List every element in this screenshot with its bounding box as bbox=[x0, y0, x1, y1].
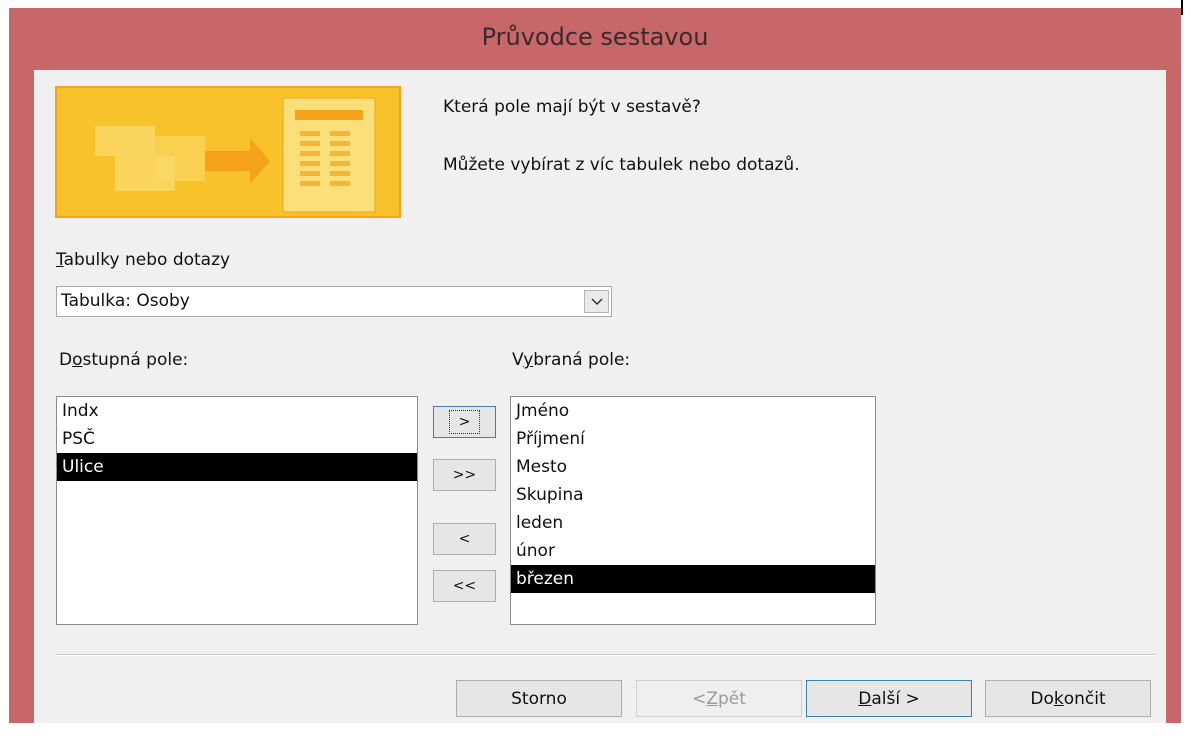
wizard-client-area: Která pole mají být v sestavě? Můžete vy… bbox=[34, 70, 1166, 723]
list-item[interactable]: Skupina bbox=[511, 481, 875, 509]
combobox-value: Tabulka: Osoby bbox=[61, 291, 190, 311]
remove-all-label: << bbox=[452, 578, 477, 594]
list-item[interactable]: Indx bbox=[57, 397, 417, 425]
list-item[interactable]: leden bbox=[511, 509, 875, 537]
screen-edge-mark bbox=[1181, 0, 1183, 15]
back-label-text: pět bbox=[717, 688, 746, 709]
list-item[interactable]: únor bbox=[511, 537, 875, 565]
selected-fields-label: Vybraná pole: bbox=[512, 350, 630, 370]
list-item[interactable]: PSČ bbox=[57, 425, 417, 453]
add-field-label: > bbox=[448, 410, 481, 434]
available-fields-list[interactable]: Indx PSČ Ulice bbox=[56, 396, 418, 625]
next-button[interactable]: Další > bbox=[806, 680, 972, 717]
tables-queries-combobox[interactable]: Tabulka: Osoby bbox=[56, 286, 612, 317]
back-button[interactable]: < Zpět bbox=[636, 680, 802, 717]
next-label-text: alší > bbox=[871, 688, 920, 709]
remove-all-fields-button[interactable]: << bbox=[433, 570, 496, 602]
selected-label-accel: y bbox=[523, 350, 534, 370]
footer-divider-highlight bbox=[56, 655, 1156, 656]
back-label-accel: Z bbox=[706, 688, 718, 709]
combobox-dropdown-button[interactable] bbox=[584, 290, 609, 313]
list-item[interactable]: Jméno bbox=[511, 397, 875, 425]
next-label-accel: D bbox=[858, 688, 872, 709]
cancel-label: Storno bbox=[511, 688, 567, 709]
add-all-label: >> bbox=[452, 467, 477, 483]
list-item[interactable]: březen bbox=[511, 565, 875, 593]
selected-label-text: braná pole: bbox=[533, 350, 631, 370]
finish-label-pre: Do bbox=[1030, 688, 1054, 709]
add-all-fields-button[interactable]: >> bbox=[433, 459, 496, 491]
available-label-pre: D bbox=[59, 350, 73, 370]
finish-label-text: ončit bbox=[1063, 688, 1106, 709]
screen-top-edge bbox=[0, 0, 1190, 8]
available-label-accel: o bbox=[72, 350, 83, 370]
list-item[interactable]: Ulice bbox=[57, 453, 417, 481]
tables-queries-label: Tabulky nebo dotazy bbox=[56, 250, 230, 270]
selected-fields-list[interactable]: Jméno Příjmení Mesto Skupina leden únor březen bbox=[510, 396, 876, 625]
wizard-question: Která pole mají být v sestavě? bbox=[443, 97, 701, 117]
add-field-button[interactable]: > bbox=[433, 406, 496, 438]
wizard-window: Průvodce sestavou Která pole mají být v … bbox=[9, 8, 1181, 723]
list-item[interactable]: Mesto bbox=[511, 453, 875, 481]
wizard-hint: Můžete vybírat z víc tabulek nebo dotazů… bbox=[443, 155, 800, 175]
list-item[interactable]: Příjmení bbox=[511, 425, 875, 453]
cancel-button[interactable]: Storno bbox=[456, 680, 622, 717]
remove-field-button[interactable]: < bbox=[433, 523, 496, 555]
tables-label-text: abulky nebo dotazy bbox=[63, 250, 231, 270]
tables-label-accel: T bbox=[56, 250, 64, 270]
available-label-text: stupná pole: bbox=[82, 350, 189, 370]
finish-label-accel: k bbox=[1053, 688, 1064, 709]
chevron-down-icon bbox=[590, 297, 603, 305]
finish-button[interactable]: Do k ončit bbox=[985, 680, 1151, 717]
back-label-pre: < bbox=[692, 688, 707, 709]
remove-field-label: < bbox=[458, 531, 471, 547]
window-title: Průvodce sestavou bbox=[481, 23, 709, 51]
available-fields-label: Dostupná pole: bbox=[59, 350, 188, 370]
selected-label-pre: V bbox=[512, 350, 524, 370]
report-wizard-illustration-icon bbox=[55, 86, 401, 218]
